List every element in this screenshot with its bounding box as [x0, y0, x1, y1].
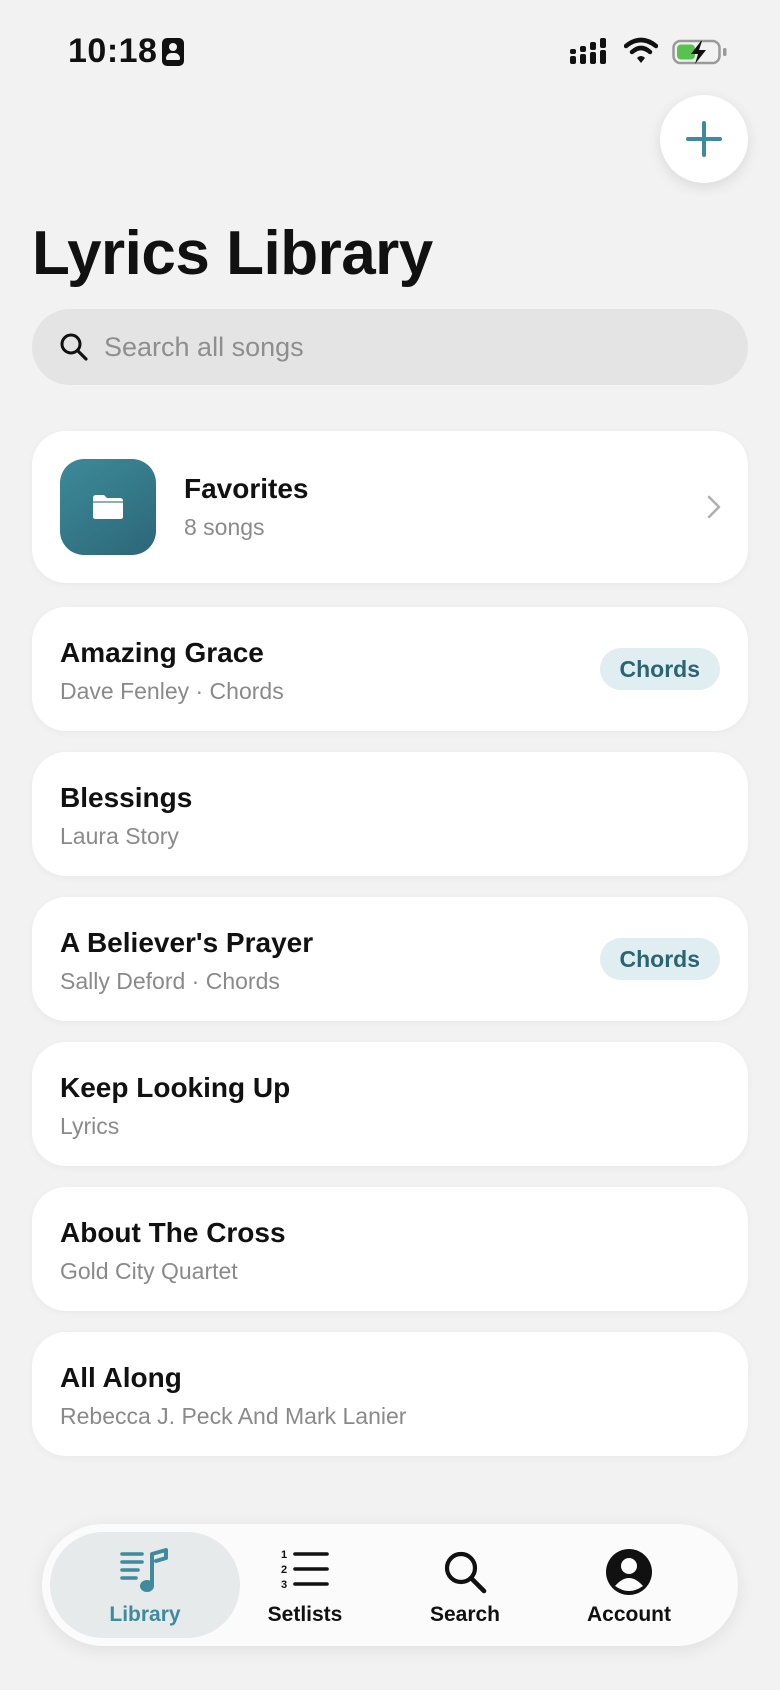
song-title: About The Cross [60, 1217, 286, 1248]
svg-text:1: 1 [281, 1549, 287, 1561]
chords-badge: Chords [599, 938, 720, 980]
svg-text:3: 3 [281, 1579, 287, 1591]
cellular-signal-icon [570, 38, 606, 64]
song-subtitle: Lyrics [60, 1113, 120, 1139]
numbered-list-icon: 1 2 3 [281, 1549, 329, 1591]
add-button[interactable] [660, 95, 748, 183]
song-item-about-the-cross[interactable]: About The Cross Gold City Quartet [32, 1187, 748, 1311]
folder-title: Favorites [184, 473, 309, 504]
folder-icon [93, 495, 123, 519]
search-icon [60, 333, 88, 361]
search-input[interactable] [104, 331, 664, 363]
song-subtitle: Gold City Quartet [60, 1258, 238, 1284]
song-item-keep-looking-up[interactable]: Keep Looking Up Lyrics [32, 1042, 748, 1166]
song-subtitle: Rebecca J. Peck And Mark Lanier [60, 1403, 407, 1429]
screen: 10:18 Lyrics Library Search all songs Fa… [0, 0, 780, 1690]
svg-text:2: 2 [281, 1564, 287, 1576]
tab-label: Search [429, 1603, 501, 1626]
song-subtitle: Dave Fenley · Chords [60, 678, 284, 704]
song-title: Blessings [60, 782, 193, 813]
folder-tile [60, 459, 156, 555]
wifi-icon [624, 37, 658, 63]
song-item-a-believers-prayer[interactable]: A Believer's Prayer Sally Deford · Chord… [32, 897, 748, 1021]
search-icon [444, 1551, 487, 1594]
tab-search[interactable]: Search [370, 1532, 560, 1638]
battery-charging-icon [672, 39, 727, 65]
favorites-folder[interactable]: Favorites 8 songs [32, 431, 748, 583]
status-time: 10:18 [68, 32, 158, 70]
tab-account[interactable]: Account [534, 1532, 724, 1638]
folder-song-count: 8 songs [184, 514, 265, 540]
chevron-right-icon [707, 495, 721, 519]
song-title: Keep Looking Up [60, 1072, 291, 1103]
search-bar[interactable] [32, 309, 748, 385]
song-title: All Along [60, 1362, 182, 1393]
song-item-all-along[interactable]: All Along Rebecca J. Peck And Mark Lanie… [32, 1332, 748, 1456]
status-bar: 10:18 [0, 0, 780, 100]
music-list-icon [120, 1548, 168, 1592]
tab-bar: Library 123 Setlists Search Account [42, 1524, 738, 1646]
song-title: A Believer's Prayer [60, 927, 314, 958]
account-icon [606, 1549, 652, 1595]
page-title: Lyrics Library [32, 219, 433, 288]
song-subtitle: Sally Deford · Chords [60, 968, 280, 994]
contact-card-icon [162, 38, 184, 66]
chords-badge: Chords [599, 648, 720, 690]
plus-icon [686, 121, 722, 157]
song-title: Amazing Grace [60, 637, 264, 668]
song-subtitle: Laura Story [60, 823, 179, 849]
song-item-amazing-grace[interactable]: Amazing Grace Dave Fenley · Chords Chord… [32, 607, 748, 731]
song-item-blessings[interactable]: Blessings Laura Story [32, 752, 748, 876]
tab-label: Account [587, 1603, 671, 1626]
